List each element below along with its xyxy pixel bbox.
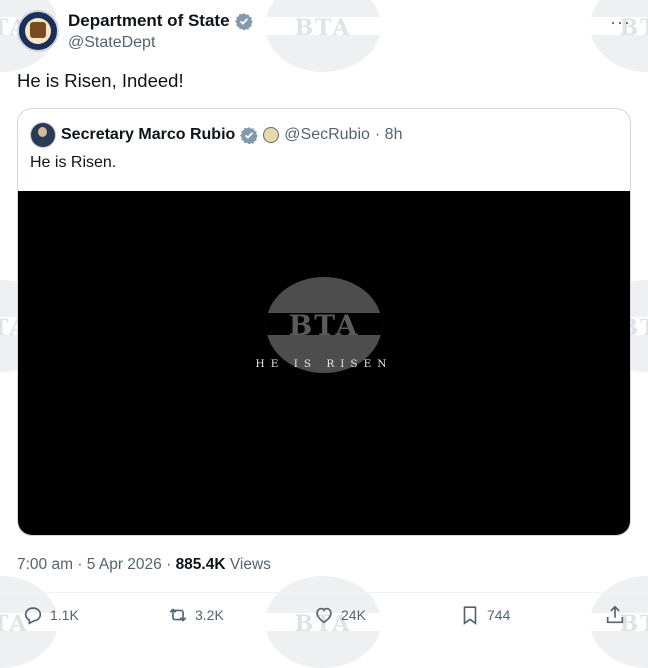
reply-icon <box>24 607 42 625</box>
bookmark-button[interactable]: 744 <box>459 604 510 626</box>
tweet-time[interactable]: 7:00 am <box>17 556 73 573</box>
views-label: Views <box>229 556 271 573</box>
reply-count: 1.1K <box>50 607 79 623</box>
tweet-meta: 7:00 am · 5 Apr 2026 · 885.4K Views <box>17 556 271 573</box>
avatar[interactable] <box>17 10 59 52</box>
quote-header: Secretary Marco Rubio @SecRubio · 8h <box>30 122 402 148</box>
author-display-name[interactable]: Department of State <box>68 11 230 31</box>
tweet-header: Department of State @StateDept ··· <box>17 10 631 54</box>
affiliation-badge-icon <box>263 127 280 143</box>
share-icon <box>606 605 624 624</box>
tweet-date[interactable]: 5 Apr 2026 <box>87 556 162 573</box>
like-button[interactable]: 24K <box>313 604 366 626</box>
quote-handle[interactable]: @SecRubio <box>284 126 370 144</box>
views-count: 885.4K <box>175 556 226 573</box>
like-count: 24K <box>341 607 366 623</box>
repost-count: 3.2K <box>195 607 224 623</box>
quoted-tweet[interactable]: Secretary Marco Rubio @SecRubio · 8h He … <box>17 108 631 536</box>
verified-badge-icon <box>234 13 253 30</box>
quote-text: He is Risen. <box>30 154 117 171</box>
reply-button[interactable]: 1.1K <box>22 604 79 626</box>
author-name[interactable]: Department of State <box>68 11 253 31</box>
quote-display-name[interactable]: Secretary Marco Rubio <box>61 126 235 144</box>
quote-time: · 8h <box>374 126 403 143</box>
divider <box>0 592 648 593</box>
repost-button[interactable]: 3.2K <box>167 604 224 626</box>
video-player[interactable]: BTA HE IS RISEN <box>18 191 630 535</box>
author-handle[interactable]: @StateDept <box>68 34 155 52</box>
share-button[interactable] <box>604 604 626 626</box>
heart-icon <box>316 607 332 624</box>
repost-icon <box>169 608 187 622</box>
bookmark-icon <box>463 606 477 625</box>
bookmark-count: 744 <box>487 607 511 623</box>
quote-avatar[interactable] <box>30 122 56 148</box>
video-title-text: HE IS RISEN <box>255 358 393 370</box>
tweet-text: He is Risen, Indeed! <box>17 70 184 91</box>
verified-badge-icon <box>240 127 259 144</box>
more-options-icon[interactable]: ··· <box>610 12 631 33</box>
action-bar: 1.1K 3.2K 24K 744 <box>0 604 648 636</box>
